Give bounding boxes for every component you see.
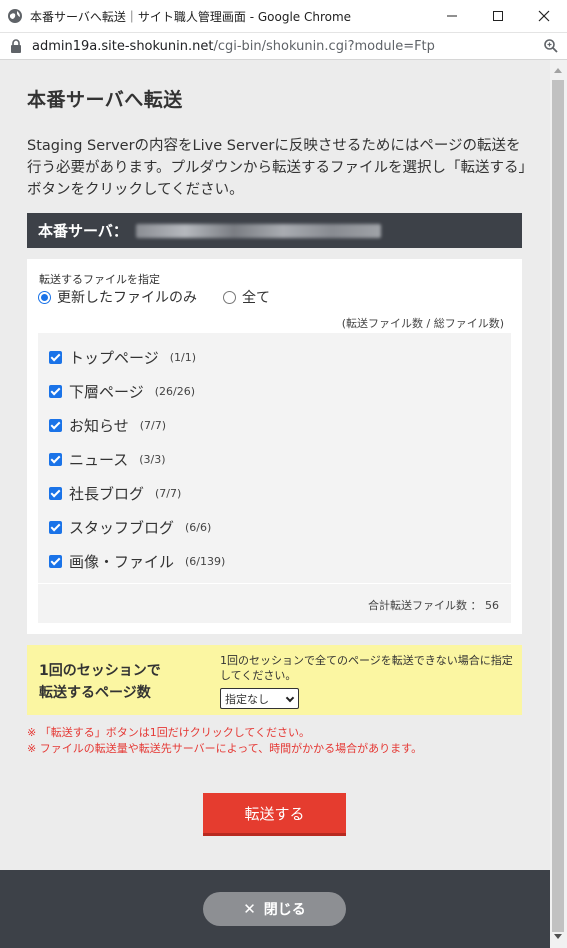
scroll-thumb[interactable]	[552, 80, 564, 932]
page-title: 本番サーバへ転送	[27, 89, 183, 111]
window-titlebar: 本番サーバへ転送｜サイト職人管理画面 - Google Chrome	[0, 0, 567, 33]
scroll-down-arrow-icon[interactable]	[554, 934, 562, 939]
window-title: 本番サーバへ転送｜サイト職人管理画面 - Google Chrome	[30, 9, 352, 24]
file-count: (6/6)	[185, 521, 212, 534]
warning-notes: ※ 「転送する」ボタンは1回だけクリックしてください。 ※ ファイルの転送量や転…	[27, 725, 422, 757]
radio-updated-only[interactable]: 更新したファイルのみ	[38, 287, 197, 307]
file-count: (1/1)	[169, 351, 196, 364]
list-item[interactable]: 下層ページ (26/26)	[49, 381, 195, 402]
checkbox-checked[interactable]	[49, 453, 62, 466]
radio-button-checked[interactable]	[38, 290, 51, 304]
file-spec-label: 転送するファイルを指定	[39, 273, 160, 286]
maximize-icon	[493, 11, 503, 21]
checkbox-checked[interactable]	[49, 555, 62, 568]
file-spec-panel: 転送するファイルを指定 更新したファイルのみ 全て (転送ファイル数 / 総ファ…	[27, 259, 522, 634]
file-count: (26/26)	[154, 385, 195, 398]
dialog-footer: ✕ 閉じる	[0, 870, 550, 948]
scrollbar[interactable]	[550, 60, 567, 948]
server-bar: 本番サーバ：	[27, 213, 522, 248]
intro-text: Staging Serverの内容をLive Serverに反映させるためにはペ…	[27, 138, 526, 198]
file-count: (7/7)	[139, 419, 166, 432]
list-item[interactable]: スタッフブログ (6/6)	[49, 517, 211, 538]
count-note: (転送ファイル数 / 総ファイル数)	[341, 317, 504, 330]
session-setting-box: 1回のセッションで 転送するページ数 1回のセッションで全てのページを転送できな…	[27, 645, 522, 715]
checkbox-checked[interactable]	[49, 521, 62, 534]
close-window-button[interactable]	[521, 0, 567, 33]
file-name: トップページ	[69, 349, 159, 367]
zoom-icon[interactable]	[543, 38, 559, 54]
checkbox-checked[interactable]	[49, 385, 62, 398]
checkbox-checked[interactable]	[49, 351, 62, 364]
file-spec-radio-group: 更新したファイルのみ 全て	[38, 287, 296, 307]
url-path: /cgi-bin/shokunin.cgi?module=Ftp	[213, 38, 435, 54]
lock-icon	[11, 39, 21, 53]
close-icon: ✕	[243, 900, 256, 918]
file-name: スタッフブログ	[69, 519, 175, 537]
server-label: 本番サーバ：	[38, 222, 128, 240]
list-item[interactable]: トップページ (1/1)	[49, 347, 196, 368]
file-name: 下層ページ	[69, 383, 144, 401]
session-description: 1回のセッションで全てのページを転送できない場合に指定してください。	[220, 654, 513, 682]
minimize-button[interactable]	[429, 0, 475, 33]
list-item[interactable]: 画像・ファイル (6/139)	[49, 551, 225, 572]
server-url-redacted	[135, 223, 381, 238]
divider	[38, 583, 511, 584]
url-host: admin19a.site-shokunin.net	[32, 38, 214, 54]
pages-per-session-select[interactable]: 指定なし	[220, 688, 299, 709]
url-text[interactable]: admin19a.site-shokunin.net/cgi-bin/shoku…	[32, 39, 543, 54]
radio-all[interactable]: 全て	[223, 287, 270, 307]
file-count: (3/3)	[139, 453, 166, 466]
warning-note: ※ 「転送する」ボタンは1回だけクリックしてください。	[27, 726, 311, 739]
list-item[interactable]: ニュース (3/3)	[49, 449, 166, 470]
session-heading: 1回のセッションで 転送するページ数	[39, 660, 161, 704]
file-name: ニュース	[69, 451, 129, 469]
file-count: (7/7)	[155, 487, 182, 500]
minimize-icon	[447, 15, 457, 17]
close-window-icon	[538, 10, 550, 22]
close-label: 閉じる	[263, 902, 306, 918]
total-count: 合計転送ファイル数 ： 56	[368, 599, 499, 612]
select-value: 指定なし	[225, 692, 269, 706]
page-content: 本番サーバへ転送 Staging Serverの内容をLive Serverに反…	[0, 60, 550, 870]
maximize-button[interactable]	[475, 0, 521, 33]
globe-icon	[8, 9, 22, 23]
file-list: トップページ (1/1) 下層ページ (26/26) お知らせ (7/7) ニュ…	[38, 333, 511, 623]
warning-note: ※ ファイルの転送量や転送先サーバーによって、時間がかかる場合があります。	[27, 742, 423, 755]
file-name: 画像・ファイル	[69, 553, 175, 571]
scroll-up-arrow-icon[interactable]	[554, 68, 562, 73]
transfer-button[interactable]: 転送する	[203, 793, 346, 836]
list-item[interactable]: 社長ブログ (7/7)	[49, 483, 181, 504]
radio-label: 全て	[242, 290, 270, 306]
session-heading-line: 転送するページ数	[39, 685, 151, 701]
file-name: お知らせ	[69, 417, 129, 435]
file-count: (6/139)	[185, 555, 226, 568]
list-item[interactable]: お知らせ (7/7)	[49, 415, 166, 436]
close-button[interactable]: ✕ 閉じる	[203, 892, 346, 926]
radio-label: 更新したファイルのみ	[57, 290, 197, 306]
radio-button[interactable]	[223, 290, 236, 304]
session-heading-line: 1回のセッションで	[39, 663, 161, 679]
file-name: 社長ブログ	[69, 485, 145, 503]
chevron-down-icon	[285, 693, 295, 703]
checkbox-checked[interactable]	[49, 419, 62, 432]
address-bar[interactable]: admin19a.site-shokunin.net/cgi-bin/shoku…	[0, 33, 567, 60]
checkbox-checked[interactable]	[49, 487, 62, 500]
